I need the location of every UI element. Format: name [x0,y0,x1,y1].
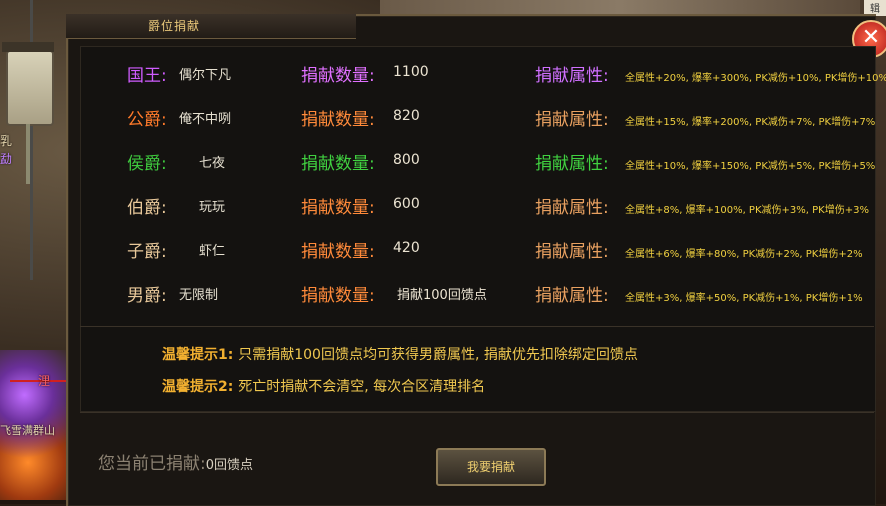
count-label: 捐献数量: [301,154,375,174]
donated-summary: 您当前已捐献:0回馈点 [98,449,253,474]
tip-2-text: 死亡时捐献不会清空, 每次合区清理排名 [238,379,486,395]
side-player-name: 飞雪满群山 [0,424,55,437]
attr-value: 全属性+15%, 爆率+200%, PK减伤+7%, PK增伤+7% [625,117,876,128]
side-text-1: 乳 [0,134,13,148]
attr-label: 捐献属性: [535,198,609,218]
rank-title: 国王: [127,66,167,86]
donate-button[interactable]: 我要捐献 [436,448,546,486]
rank-row: 男爵: 无限制 捐献数量: 捐献100回馈点 捐献属性: 全属性+3%, 爆率+50%, … [81,281,875,321]
divider [80,412,874,413]
donated-label: 您当前已捐献: [98,454,206,474]
count-label: 捐献数量: [301,286,375,306]
count-value: 820 [393,108,420,124]
rank-row: 伯爵: 玩玩 捐献数量: 600 捐献属性: 全属性+8%, 爆率+100%, PK减伤+… [81,193,875,233]
holder-name: 七夜 [199,156,226,171]
count-label: 捐献数量: [301,66,375,86]
count-label: 捐献数量: [301,198,375,218]
tip-1-text: 只需捐献100回馈点均可获得男爵属性, 捐献优先扣除绑定回馈点 [238,347,638,363]
lantern-icon [2,42,54,126]
attr-label: 捐献属性: [535,110,609,130]
holder-name: 玩玩 [199,200,226,215]
count-value: 800 [393,152,420,168]
count-label: 捐献数量: [301,242,375,262]
tip-1: 温馨提示1: 只需捐献100回馈点均可获得男爵属性, 捐献优先扣除绑定回馈点 [162,344,638,364]
rank-title: 子爵: [127,242,167,262]
attr-value: 全属性+20%, 爆率+300%, PK减伤+10%, PK增伤+10% [625,73,886,84]
attr-label: 捐献属性: [535,154,609,174]
holder-name: 虾仁 [199,244,226,259]
rank-title: 男爵: [127,286,167,306]
attr-label: 捐献属性: [535,286,609,306]
count-value: 捐献100回馈点 [397,288,487,303]
attr-value: 全属性+10%, 爆率+150%, PK减伤+5%, PK增伤+5% [625,161,876,172]
attr-label: 捐献属性: [535,66,609,86]
count-value: 420 [393,240,420,256]
rank-row: 子爵: 虾仁 捐献数量: 420 捐献属性: 全属性+6%, 爆率+80%, PK减伤+2… [81,237,875,277]
rank-title: 伯爵: [127,198,167,218]
holder-name: 无限制 [179,288,219,303]
rank-row: 侯爵: 七夜 捐献数量: 800 捐献属性: 全属性+10%, 爆率+150%, PK减伤… [81,149,875,189]
count-value: 1100 [393,64,429,80]
tip-2-label: 温馨提示2: [162,379,234,395]
count-label: 捐献数量: [301,110,375,130]
attr-value: 全属性+6%, 爆率+80%, PK减伤+2%, PK增伤+2% [625,249,863,260]
rank-title: 公爵: [127,110,167,130]
divider [80,326,874,327]
rank-title: 侯爵: [127,154,167,174]
attr-label: 捐献属性: [535,242,609,262]
holder-name: 俺不中咧 [179,112,232,127]
tip-1-label: 温馨提示1: [162,347,234,363]
rank-row: 公爵: 俺不中咧 捐献数量: 820 捐献属性: 全属性+15%, 爆率+200%, PK… [81,105,875,145]
attr-value: 全属性+3%, 爆率+50%, PK减伤+1%, PK增伤+1% [625,293,863,304]
panel-title-tab [66,14,356,39]
attr-value: 全属性+8%, 爆率+100%, PK减伤+3%, PK增伤+3% [625,205,869,216]
rank-row: 国王: 偶尔下凡 捐献数量: 1100 捐献属性: 全属性+20%, 爆率+300%, P… [81,61,886,101]
side-text-2: 勐 [0,152,13,166]
tip-2: 温馨提示2: 死亡时捐献不会清空, 每次合区清理排名 [162,376,485,396]
holder-name: 偶尔下凡 [179,68,232,83]
donated-value: 0回馈点 [205,458,254,473]
panel-title: 爵位捐献 [148,19,201,33]
count-value: 600 [393,196,420,212]
